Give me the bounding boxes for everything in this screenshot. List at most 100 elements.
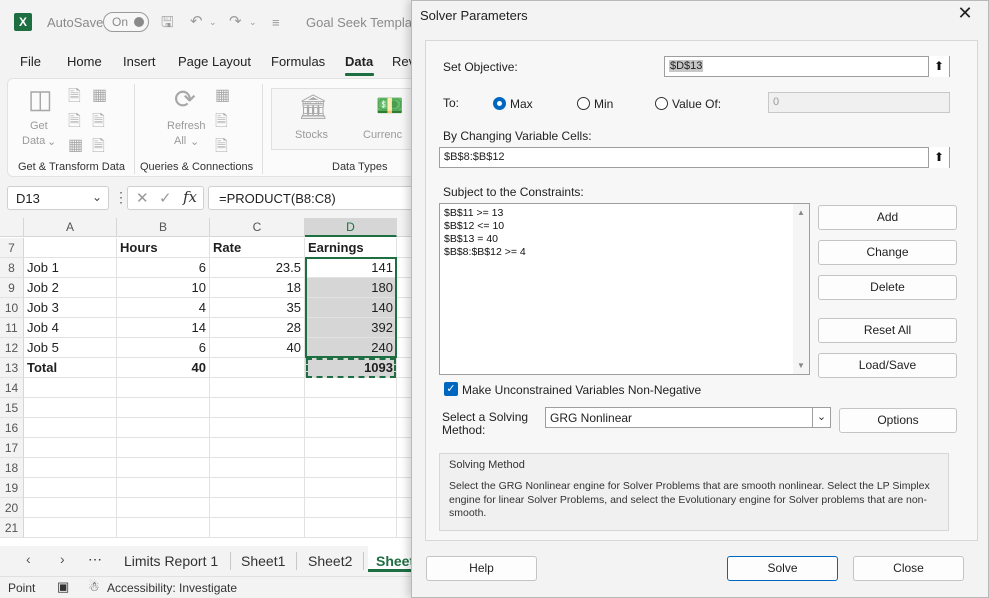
constraint-item[interactable]: $B$12 <= 10 (444, 220, 504, 232)
row-header[interactable]: 12 (0, 338, 24, 358)
unconstrained-checkbox[interactable]: ✓ (444, 382, 458, 396)
cell-b17[interactable] (117, 438, 210, 458)
constraint-item[interactable]: $B$11 >= 13 (444, 207, 503, 219)
load-save-button[interactable]: Load/Save (818, 353, 957, 378)
cell-d17[interactable] (305, 438, 397, 458)
cell-c15[interactable] (210, 398, 305, 418)
row-header[interactable]: 9 (0, 278, 24, 298)
row-header[interactable]: 17 (0, 438, 24, 458)
cell-c7[interactable]: Rate (210, 238, 305, 258)
add-button[interactable]: Add (818, 205, 957, 230)
cell-c16[interactable] (210, 418, 305, 438)
next-sheet-icon[interactable]: › (60, 551, 65, 567)
cell-d14[interactable] (305, 378, 397, 398)
cell-b12[interactable]: 6 (117, 338, 210, 358)
existing-connections-icon[interactable]: 🗎 (92, 110, 105, 137)
queries-icon[interactable]: ▦ (215, 85, 230, 105)
cell-a20[interactable] (24, 498, 117, 518)
cell-a21[interactable] (24, 518, 117, 538)
cell-c12[interactable]: 40 (210, 338, 305, 358)
collapse-dialog-icon[interactable]: ⬆ (928, 147, 949, 168)
max-radio[interactable] (493, 97, 506, 110)
options-button[interactable]: Options (839, 408, 957, 433)
refresh-all-label[interactable]: Refresh (167, 120, 206, 132)
more-sheets-icon[interactable]: ⋯ (88, 551, 102, 568)
constraints-list[interactable]: $B$11 >= 13 $B$12 <= 10 $B$13 = 40 $B$8:… (439, 203, 810, 375)
row-header[interactable]: 14 (0, 378, 24, 398)
cell-b8[interactable]: 6 (117, 258, 210, 278)
row-header[interactable]: 18 (0, 458, 24, 478)
close-icon[interactable]: ✕ (955, 3, 975, 23)
row-header[interactable]: 16 (0, 418, 24, 438)
column-header-a[interactable]: A (24, 218, 117, 237)
value-of-radio[interactable] (655, 97, 668, 110)
currencies-icon[interactable]: 💵 (376, 93, 403, 119)
undo-dropdown-icon[interactable]: ⌄ (209, 17, 217, 28)
autosave-toggle[interactable]: On (103, 12, 149, 32)
cell-a19[interactable] (24, 478, 117, 498)
cell-d20[interactable] (305, 498, 397, 518)
sheet-tab-sheet1[interactable]: Sheet1 (241, 553, 285, 569)
recent-sources-icon[interactable]: ▦ (92, 85, 107, 105)
help-button[interactable]: Help (426, 556, 537, 581)
cell-a13[interactable]: Total (24, 358, 117, 378)
sheet-tab-active[interactable]: Sheet (376, 553, 414, 569)
edit-links-icon[interactable]: 🗎 (215, 135, 228, 162)
changing-cells-field[interactable]: $B$8:$B$12 ⬆ (439, 147, 950, 168)
cell-b9[interactable]: 10 (117, 278, 210, 298)
accessibility-icon[interactable]: ☃ (88, 579, 100, 595)
customize-toolbar-icon[interactable]: ≡ (272, 15, 280, 30)
insert-function-icon[interactable]: fx (183, 188, 197, 206)
from-table-icon[interactable]: ▦ (68, 135, 83, 155)
column-header-c[interactable]: C (210, 218, 305, 237)
cell-a8[interactable]: Job 1 (24, 258, 117, 278)
accessibility-status[interactable]: Accessibility: Investigate (107, 581, 237, 595)
cell-d15[interactable] (305, 398, 397, 418)
cell-a15[interactable] (24, 398, 117, 418)
cell-c17[interactable] (210, 438, 305, 458)
refresh-icon[interactable]: ⟳ (174, 84, 196, 115)
cell-a9[interactable]: Job 2 (24, 278, 117, 298)
cell-b10[interactable]: 4 (117, 298, 210, 318)
cell-b14[interactable] (117, 378, 210, 398)
from-text-icon[interactable]: 🗎 (68, 85, 81, 112)
cell-d16[interactable] (305, 418, 397, 438)
cell-c11[interactable]: 28 (210, 318, 305, 338)
properties-icon[interactable]: 🗎 (215, 110, 228, 137)
cell-c10[interactable]: 35 (210, 298, 305, 318)
enter-icon[interactable]: ✓ (159, 189, 172, 207)
chevron-down-icon[interactable]: ⌄ (812, 407, 830, 428)
cell-c18[interactable] (210, 458, 305, 478)
cell-a16[interactable] (24, 418, 117, 438)
save-icon[interactable]: 🖫 (161, 12, 174, 37)
currencies-label[interactable]: Currenc (363, 129, 402, 141)
solving-method-select[interactable]: GRG Nonlinear ⌄ (545, 407, 831, 428)
cell-a18[interactable] (24, 458, 117, 478)
stocks-label[interactable]: Stocks (295, 129, 328, 141)
row-header[interactable]: 13 (0, 358, 24, 378)
cell-a10[interactable]: Job 3 (24, 298, 117, 318)
cell-c13[interactable] (210, 358, 305, 378)
refresh-all-label-2[interactable]: All (174, 135, 186, 147)
value-of-field[interactable]: 0 (768, 92, 950, 113)
column-header-b[interactable]: B (117, 218, 210, 237)
cell-a12[interactable]: Job 5 (24, 338, 117, 358)
name-box[interactable]: D13 ⌄ (7, 186, 109, 210)
cell-b18[interactable] (117, 458, 210, 478)
get-data-label-2[interactable]: Data (22, 135, 45, 147)
refresh-dropdown-icon[interactable]: ⌄ (190, 135, 199, 148)
scroll-up-icon[interactable]: ▲ (797, 208, 805, 217)
delete-button[interactable]: Delete (818, 275, 957, 300)
change-button[interactable]: Change (818, 240, 957, 265)
cell-a7[interactable] (24, 238, 117, 258)
min-label[interactable]: Min (594, 97, 613, 111)
tab-formulas[interactable]: Formulas (271, 54, 325, 69)
tab-home[interactable]: Home (67, 54, 102, 69)
cell-b11[interactable]: 14 (117, 318, 210, 338)
from-web-icon[interactable]: 🗎 (68, 110, 81, 137)
cell-b13[interactable]: 40 (117, 358, 210, 378)
sheet-tab-limits-report[interactable]: Limits Report 1 (124, 553, 218, 569)
redo-dropdown-icon[interactable]: ⌄ (249, 17, 257, 28)
value-of-label[interactable]: Value Of: (672, 97, 721, 111)
cell-c14[interactable] (210, 378, 305, 398)
